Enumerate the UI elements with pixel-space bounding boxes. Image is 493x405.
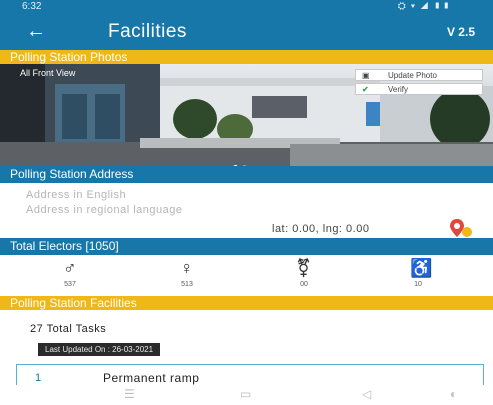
back-nav-icon[interactable]: ◁ bbox=[362, 388, 371, 400]
status-icons: ⛭ ▾ ◢ ▮▮ bbox=[397, 1, 451, 12]
female-voter-icon: ♀ bbox=[180, 258, 194, 278]
task-label: Permanent ramp bbox=[103, 371, 200, 385]
accessibility-icon[interactable]: ◐ bbox=[450, 388, 457, 400]
pwd-count: 10 bbox=[414, 281, 422, 288]
home-icon[interactable]: ▭ bbox=[240, 388, 251, 400]
clock: 6:32 bbox=[22, 1, 42, 12]
camera-icon: ▣ bbox=[362, 71, 370, 80]
section-header-electors: Total Electors [1050] bbox=[0, 238, 493, 255]
section-header-address: Polling Station Address bbox=[0, 166, 493, 183]
app-bar: ← Facilities V 2.5 bbox=[0, 14, 493, 50]
male-voter-count: 537 bbox=[64, 281, 76, 288]
back-arrow-icon[interactable]: ← bbox=[26, 20, 46, 42]
section-header-facilities: Polling Station Facilities bbox=[0, 296, 493, 310]
status-bar: 6:32 ⛭ ▾ ◢ ▮▮ bbox=[0, 0, 493, 14]
total-tasks-label: 27 Total Tasks bbox=[30, 323, 107, 335]
coordinates-text: lat: 0.00, lng: 0.00 bbox=[272, 223, 370, 235]
version-label: V 2.5 bbox=[446, 25, 475, 39]
address-english: Address in English bbox=[26, 189, 127, 201]
page-title: Facilities bbox=[108, 21, 187, 42]
update-photo-button[interactable]: ▣ Update Photo bbox=[355, 69, 483, 81]
male-voter-icon: ♂ bbox=[63, 258, 77, 278]
polling-station-photo[interactable]: All Front View ▣ Update Photo ✔ Verify bbox=[0, 64, 493, 166]
pwd-wheelchair-icon: ♿ bbox=[410, 258, 433, 278]
carousel-dots[interactable] bbox=[233, 157, 251, 166]
recent-apps-icon[interactable]: ☰ bbox=[124, 388, 135, 400]
task-number: 1 bbox=[35, 372, 42, 384]
female-voter-count: 513 bbox=[181, 281, 193, 288]
photo-label: All Front View bbox=[20, 68, 76, 78]
last-updated-badge: Last Updated On : 26-03-2021 bbox=[38, 343, 161, 356]
system-nav-bar: ☰ ▭ ◁ ◐ bbox=[0, 385, 493, 405]
checkmark-icon: ✔ bbox=[362, 85, 369, 94]
verify-button[interactable]: ✔ Verify bbox=[355, 83, 483, 95]
third-gender-count: 00 bbox=[300, 281, 308, 288]
location-pin-icon[interactable] bbox=[448, 218, 474, 238]
address-regional: Address in regional language bbox=[26, 204, 183, 216]
section-header-photos: Polling Station Photos bbox=[0, 50, 493, 64]
third-gender-icon: ⚧ bbox=[296, 258, 312, 278]
